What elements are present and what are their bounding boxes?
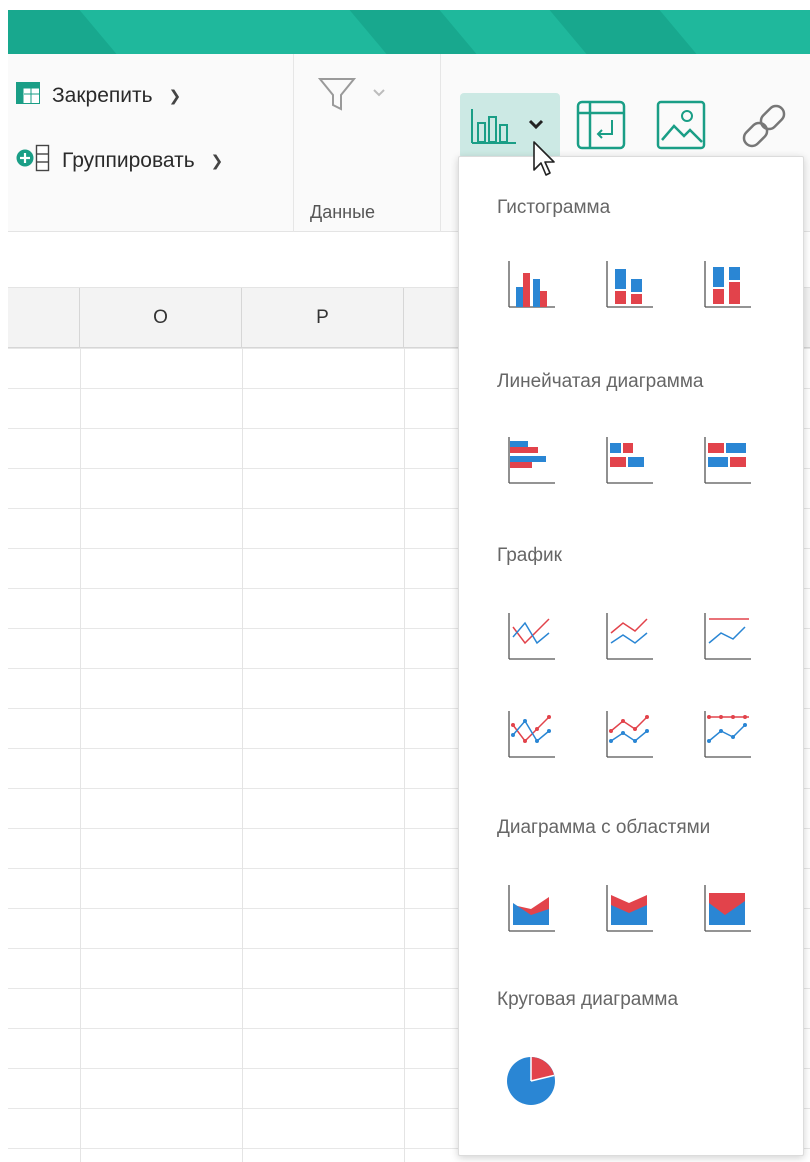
chevron-down-icon: ❯ (168, 88, 182, 105)
data-group-label: Данные (310, 202, 376, 222)
percent-stacked-line-icon (704, 613, 751, 660)
line-icon (508, 613, 555, 660)
freeze-table-icon (16, 82, 40, 110)
chevron-down-icon: ❯ (210, 153, 224, 170)
freeze-label: Закрепить (52, 84, 153, 107)
stacked-line-with-markers-icon (606, 711, 653, 758)
percent-stacked-line-with-markers-chart[interactable] (703, 707, 753, 759)
percent-stacked-area-chart[interactable] (703, 881, 753, 933)
stacked-column-chart[interactable] (605, 257, 655, 309)
grid-line (242, 348, 243, 1162)
percent-stacked-column-icon (704, 261, 751, 308)
column-header-o[interactable]: O (80, 288, 242, 348)
line-chart[interactable] (507, 609, 557, 661)
group-button[interactable]: Группировать ❯ (16, 144, 223, 178)
stacked-line-icon (606, 613, 653, 660)
line-with-markers-chart[interactable] (507, 707, 557, 759)
stacked-line-chart[interactable] (605, 609, 655, 661)
chevron-down-icon (526, 115, 546, 140)
pie-chart[interactable] (507, 1055, 557, 1107)
clustered-column-icon (508, 261, 555, 308)
pie-icon (507, 1057, 555, 1105)
title-bar-accent (8, 10, 810, 54)
group-label: Группировать (62, 149, 195, 172)
percent-stacked-line-with-markers-icon (704, 711, 751, 758)
stacked-bar-icon (606, 437, 653, 484)
stacked-area-icon (606, 885, 653, 932)
filter-icon (317, 78, 388, 120)
ribbon-separator (293, 54, 294, 232)
ribbon-separator (440, 54, 441, 232)
stacked-line-with-markers-chart[interactable] (605, 707, 655, 759)
grid-line (404, 348, 405, 1162)
percent-stacked-line-chart[interactable] (703, 609, 753, 661)
pivot-table-icon (576, 100, 626, 156)
line-with-markers-icon (508, 711, 555, 758)
stacked-column-icon (606, 261, 653, 308)
image-icon (656, 100, 706, 156)
percent-stacked-column-chart[interactable] (703, 257, 753, 309)
section-pie: Круговая диаграмма (497, 989, 679, 1010)
section-line: График (497, 545, 562, 566)
grid-line (80, 348, 81, 1162)
group-icon (16, 144, 50, 178)
column-header-p[interactable]: P (242, 288, 404, 348)
mouse-cursor-icon (532, 140, 558, 180)
stacked-area-chart[interactable] (605, 881, 655, 933)
chart-type-menu: Гистограмма Линейчатая диаграмма График … (458, 156, 804, 1156)
percent-stacked-bar-icon (704, 437, 751, 484)
column-header-n[interactable] (8, 288, 80, 348)
clustered-bar-icon (508, 437, 555, 484)
section-histogram: Гистограмма (497, 197, 611, 218)
freeze-button[interactable]: Закрепить ❯ (16, 82, 181, 110)
area-chart[interactable] (507, 881, 557, 933)
pivot-table-button[interactable] (576, 100, 626, 157)
percent-stacked-area-icon (704, 885, 751, 932)
insert-image-button[interactable] (656, 100, 706, 157)
stacked-bar-chart[interactable] (605, 433, 655, 485)
percent-stacked-bar-chart[interactable] (703, 433, 753, 485)
clustered-column-chart[interactable] (507, 257, 557, 309)
filter-button[interactable] (317, 76, 388, 121)
bar-chart-icon (470, 107, 522, 152)
area-icon (508, 885, 555, 932)
section-area: Диаграмма с областями (497, 817, 711, 838)
section-bar: Линейчатая диаграмма (497, 371, 704, 392)
title-bar (0, 0, 810, 54)
clustered-bar-chart[interactable] (507, 433, 557, 485)
link-icon (736, 104, 792, 156)
insert-link-button[interactable] (736, 100, 792, 157)
